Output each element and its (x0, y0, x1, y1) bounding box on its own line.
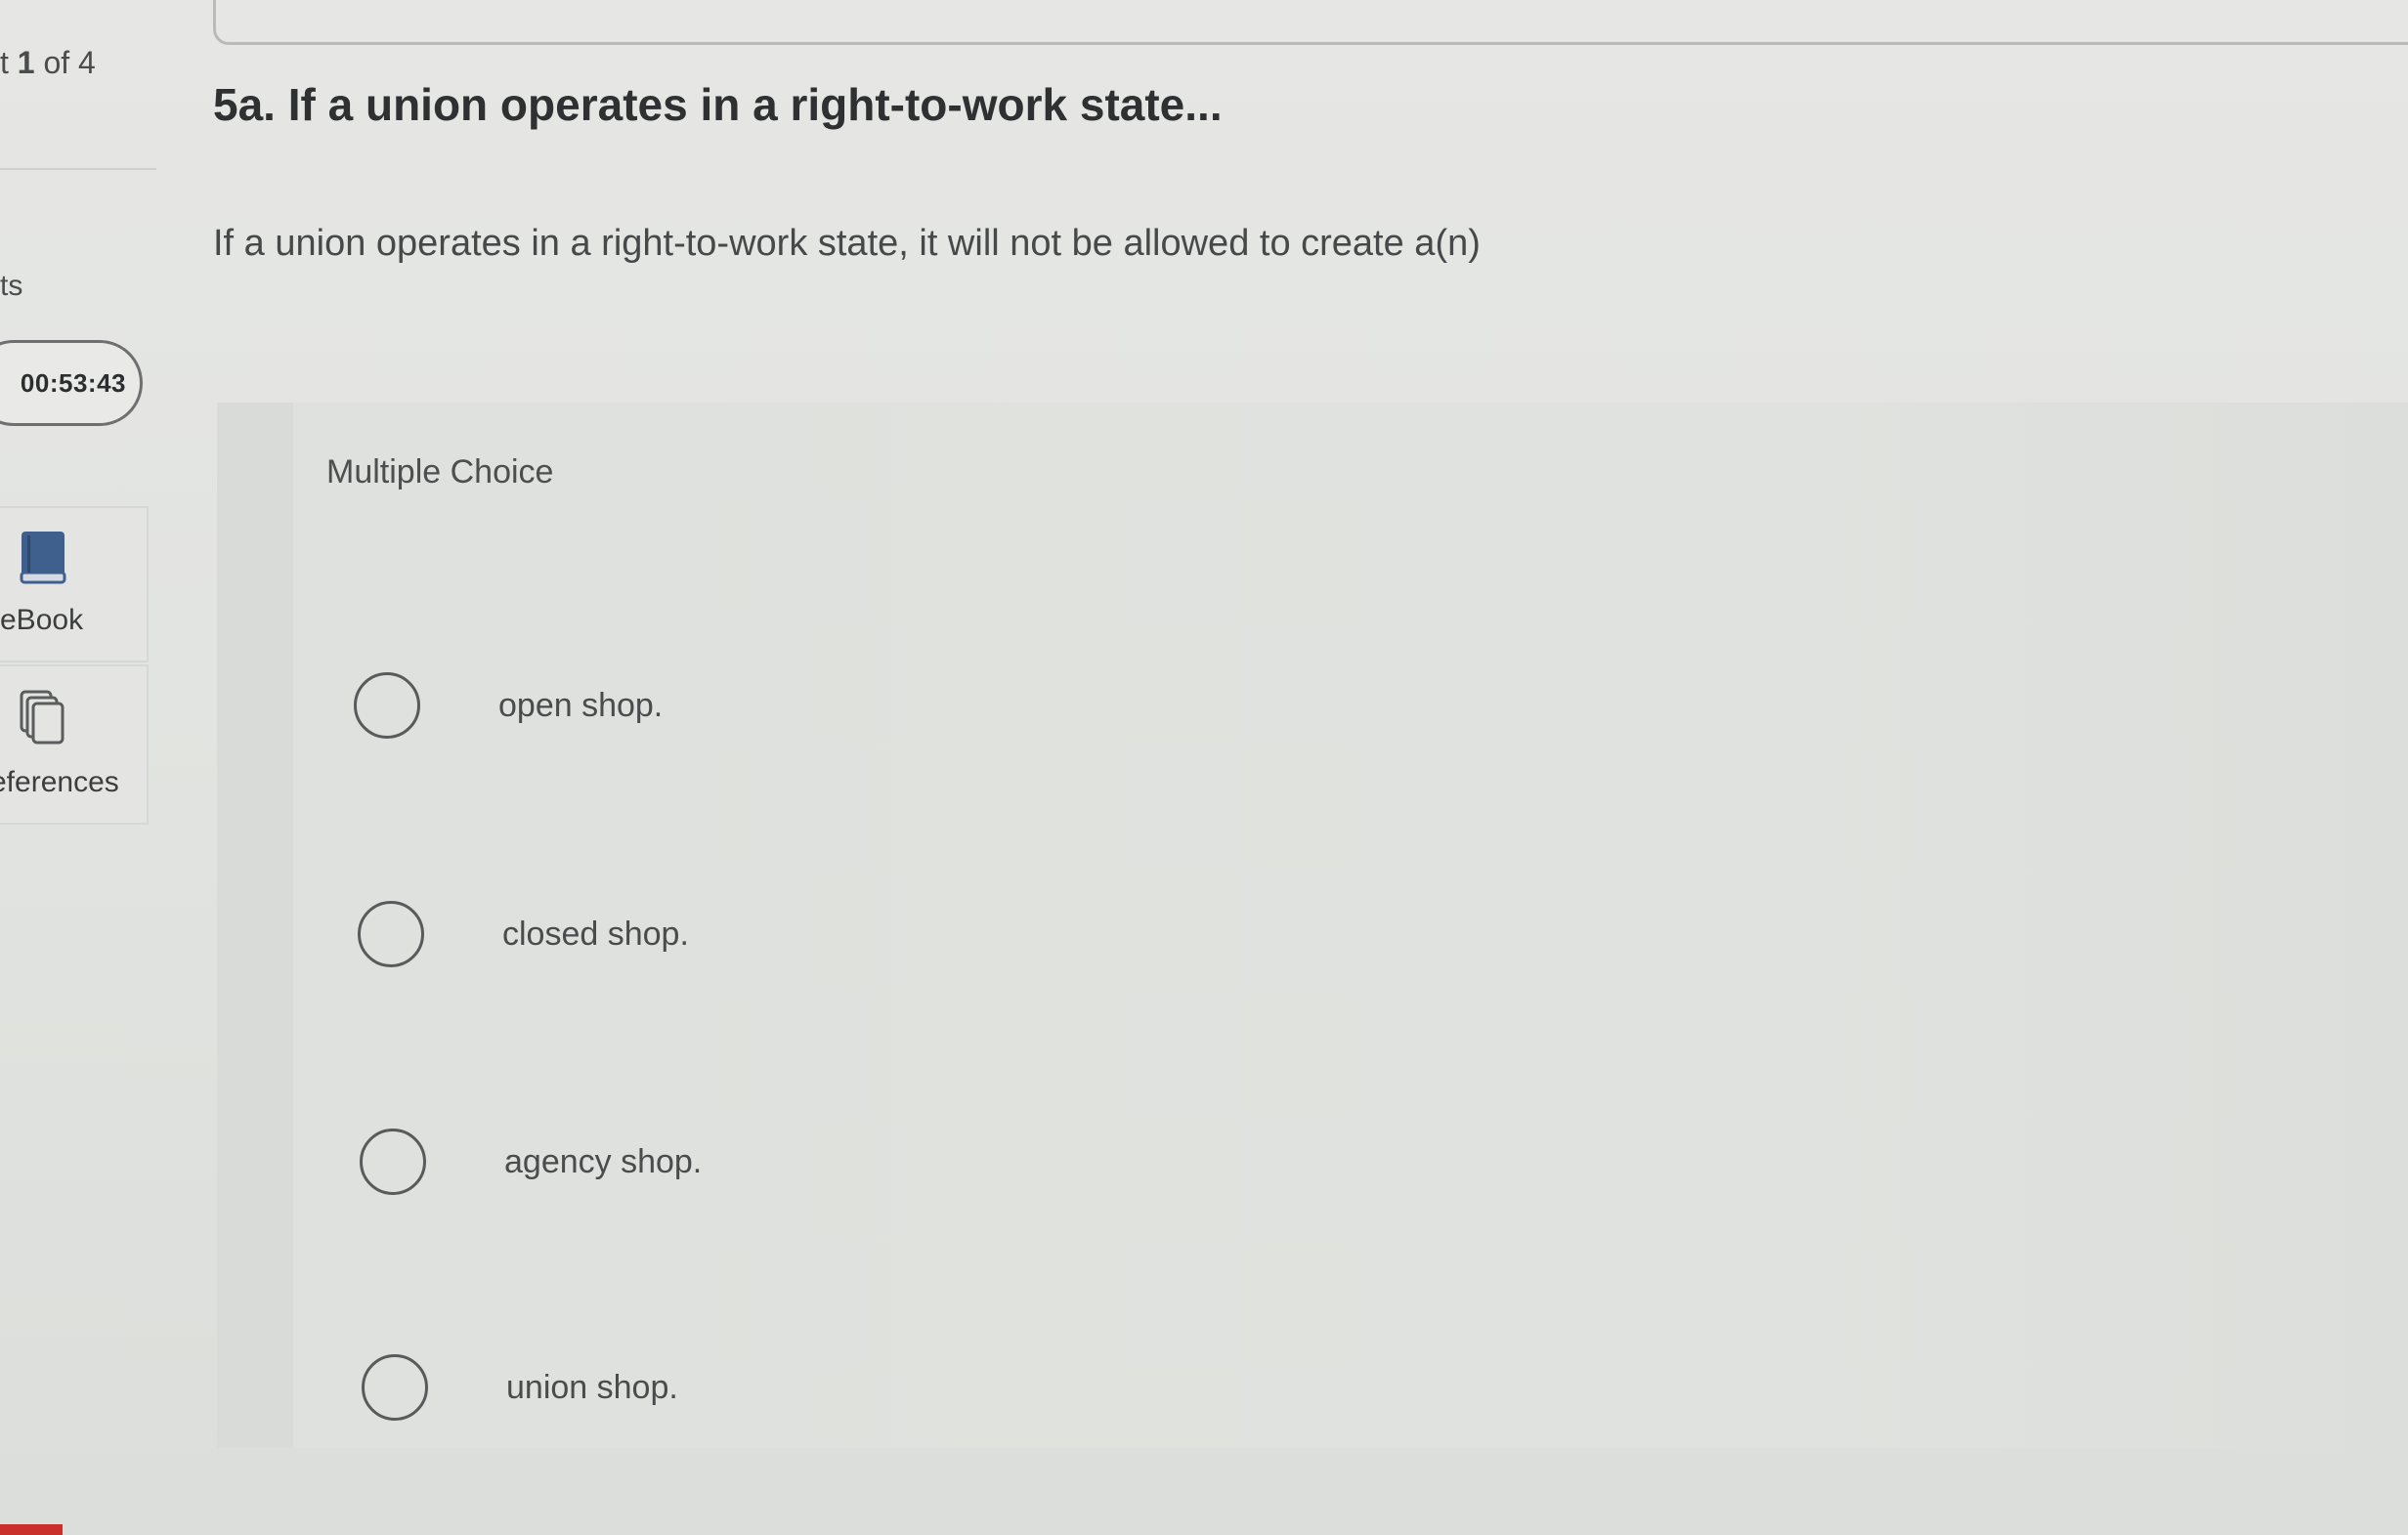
sidebar-divider (0, 168, 156, 170)
red-indicator (0, 1524, 63, 1535)
progress-current: 1 (17, 45, 35, 80)
timer[interactable]: 00:53:43 (0, 340, 143, 426)
references-button[interactable]: eferences (0, 664, 149, 825)
content-top-border (213, 0, 2408, 45)
radio-button[interactable] (358, 901, 424, 967)
references-label: eferences (0, 766, 119, 798)
multiple-choice-label: Multiple Choice (326, 453, 554, 490)
radio-button[interactable] (360, 1129, 426, 1195)
answer-option[interactable]: closed shop. (358, 901, 689, 967)
answer-option[interactable]: union shop. (362, 1354, 678, 1421)
radio-button[interactable] (354, 672, 420, 739)
points-label: ts (0, 270, 23, 302)
question-progress: t 1 of 4 (0, 45, 96, 81)
ebook-label: eBook (0, 604, 84, 636)
answer-option[interactable]: agency shop. (360, 1129, 702, 1195)
radio-button[interactable] (362, 1354, 428, 1421)
progress-suffix: of 4 (34, 45, 96, 80)
question-title: 5a. If a union operates in a right-to-wo… (213, 79, 1223, 130)
ebook-button[interactable]: eBook (0, 506, 149, 662)
book-icon (18, 530, 68, 591)
references-icon (18, 688, 68, 749)
question-prompt: If a union operates in a right-to-work s… (213, 223, 1481, 264)
answer-option-label: closed shop. (502, 915, 689, 953)
quiz-page: t 1 of 4 ts 00:53:43 eBook eferences 5a.… (0, 0, 2408, 1535)
answer-option-label: agency shop. (504, 1142, 703, 1180)
progress-prefix: t (0, 45, 18, 80)
answer-option-label: union shop. (506, 1368, 678, 1406)
left-sidebar: t 1 of 4 ts 00:53:43 eBook eferences (0, 0, 156, 1535)
answer-option[interactable]: open shop. (354, 672, 663, 739)
answer-option-label: open shop. (498, 686, 664, 724)
